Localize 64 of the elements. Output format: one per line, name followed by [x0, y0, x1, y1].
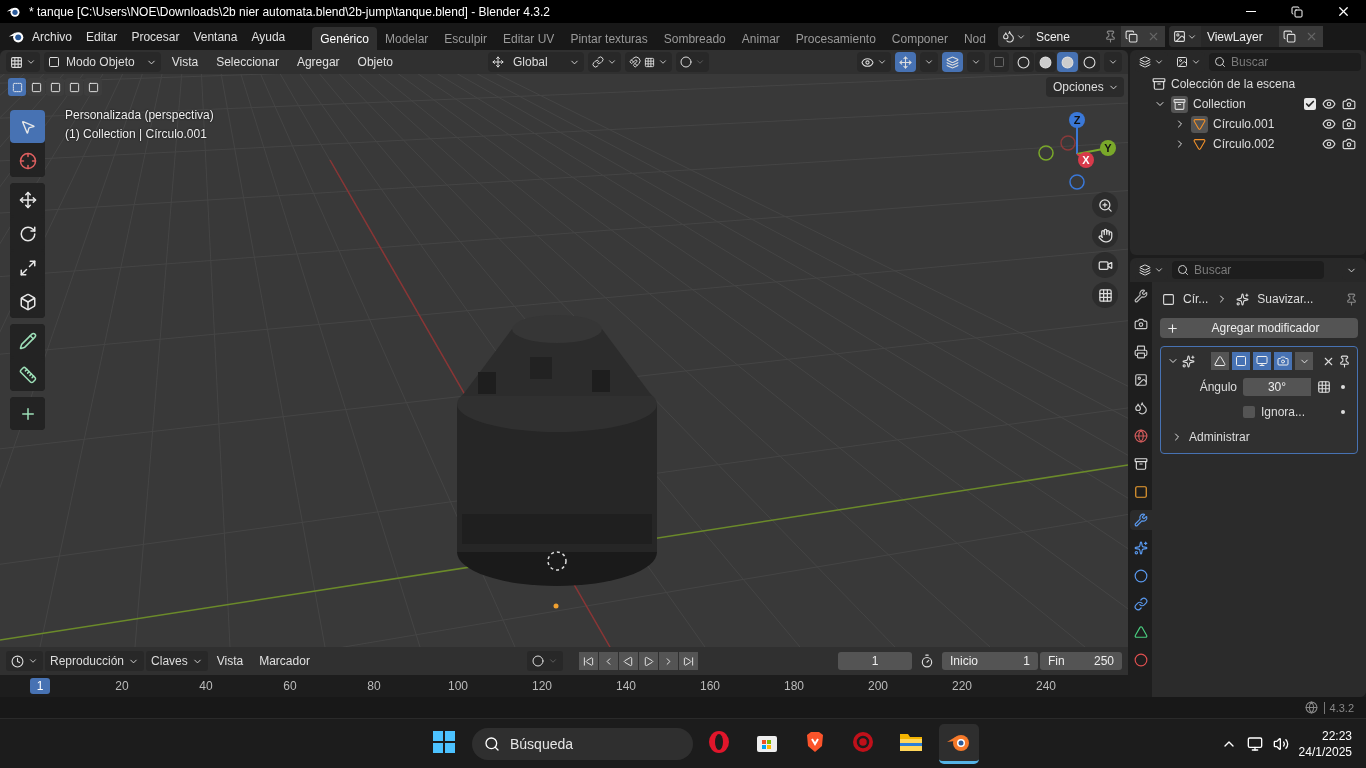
- view-name: Personalizada (perspectiva): [65, 107, 214, 124]
- menu-item[interactable]: Editar: [79, 26, 125, 47]
- menu-item[interactable]: Ayuda: [244, 26, 293, 47]
- frame-number: 220: [952, 679, 972, 693]
- workspace-tab[interactable]: Genérico: [312, 26, 377, 50]
- menu-item[interactable]: Objeto: [350, 55, 400, 69]
- frame-number: 20: [115, 679, 129, 693]
- workspace-tab[interactable]: Pintar texturas: [562, 26, 656, 50]
- workspace-tab[interactable]: Sombreado: [655, 26, 734, 50]
- frame-number: 140: [616, 679, 636, 693]
- tree-item[interactable]: Colección de la escena: [1171, 77, 1296, 91]
- frame-number: 120: [532, 679, 552, 693]
- active-object-label: (1) Collection | Círculo.001: [65, 126, 208, 143]
- frame-number: 240: [1036, 679, 1056, 693]
- window-title: * tanque [C:\Users\NOE\Downloads\2b nier automata.blend\2b-jump\tanque.blend] - Blender 4.3.2: [29, 4, 550, 19]
- end-frame-field[interactable]: Fin 250: [1040, 652, 1122, 670]
- version-label: 4.3.2: [1323, 701, 1354, 714]
- angle-label: Ángulo: [1198, 380, 1237, 394]
- workspace-tab[interactable]: Procesamiento: [787, 26, 884, 50]
- frame-number: 60: [283, 679, 297, 693]
- menu-item[interactable]: Seleccionar: [209, 55, 286, 69]
- mode-dropdown[interactable]: Modo Objeto: [44, 52, 161, 72]
- workspace-tab[interactable]: Nod: [955, 26, 994, 50]
- menu-item[interactable]: Vista: [164, 55, 206, 69]
- frame-number: 100: [448, 679, 468, 693]
- time: 22:23: [1321, 727, 1352, 744]
- workspace-tab[interactable]: Editar UV: [495, 26, 563, 50]
- workspace-tab[interactable]: Animar: [733, 26, 788, 50]
- frame-number: 160: [700, 679, 720, 693]
- angle-field[interactable]: 30°: [1243, 378, 1311, 396]
- current-frame-field[interactable]: 1: [838, 652, 912, 670]
- frame-number: 180: [784, 679, 804, 693]
- menu-item[interactable]: Archivo: [25, 26, 79, 47]
- tree-item[interactable]: Collection: [1193, 97, 1246, 111]
- date: 24/1/2025: [1298, 743, 1352, 760]
- workspace-tab[interactable]: Esculpir: [436, 26, 495, 50]
- add-modifier-button[interactable]: Agregar modificador: [1160, 318, 1358, 338]
- current-frame-marker[interactable]: 1: [29, 678, 51, 694]
- frame-number: 40: [199, 679, 213, 693]
- clock[interactable]: 22:23 24/1/2025: [1298, 727, 1352, 760]
- frame-number: 80: [367, 679, 381, 693]
- menu-item[interactable]: Agregar: [289, 55, 347, 69]
- tree-item[interactable]: Círculo.001: [1213, 117, 1275, 131]
- menu-item[interactable]: Procesar: [124, 26, 187, 47]
- section-header[interactable]: Administrar: [1189, 430, 1250, 444]
- search-field[interactable]: Buscar: [1172, 261, 1324, 279]
- menu-dropdown[interactable]: Claves: [146, 651, 208, 671]
- axis-gizmo[interactable]: Z Y X: [1036, 110, 1116, 190]
- menu-item[interactable]: Vista: [209, 654, 251, 668]
- menu-item[interactable]: Ventana: [186, 26, 245, 47]
- options-dropdown[interactable]: Opciones: [1046, 77, 1124, 97]
- orientation-dropdown[interactable]: Global: [487, 52, 584, 72]
- checkbox-label: Ignora...: [1261, 405, 1306, 419]
- menu-dropdown[interactable]: Reproducción: [45, 651, 145, 671]
- search-field[interactable]: Búsqueda: [472, 727, 693, 760]
- search-field[interactable]: Buscar: [1209, 53, 1361, 71]
- breadcrumb-item: Suavizar...: [1257, 292, 1314, 306]
- menu-item[interactable]: Marcador: [252, 654, 317, 668]
- frame-number: 200: [868, 679, 888, 693]
- tree-item[interactable]: Círculo.002: [1213, 137, 1275, 151]
- start-frame-field[interactable]: Inicio 1: [942, 652, 1038, 670]
- workspace-tab[interactable]: Componer: [883, 26, 956, 50]
- workspace-tab[interactable]: Modelar: [376, 26, 437, 50]
- breadcrumb-item: Cír...: [1183, 292, 1209, 306]
